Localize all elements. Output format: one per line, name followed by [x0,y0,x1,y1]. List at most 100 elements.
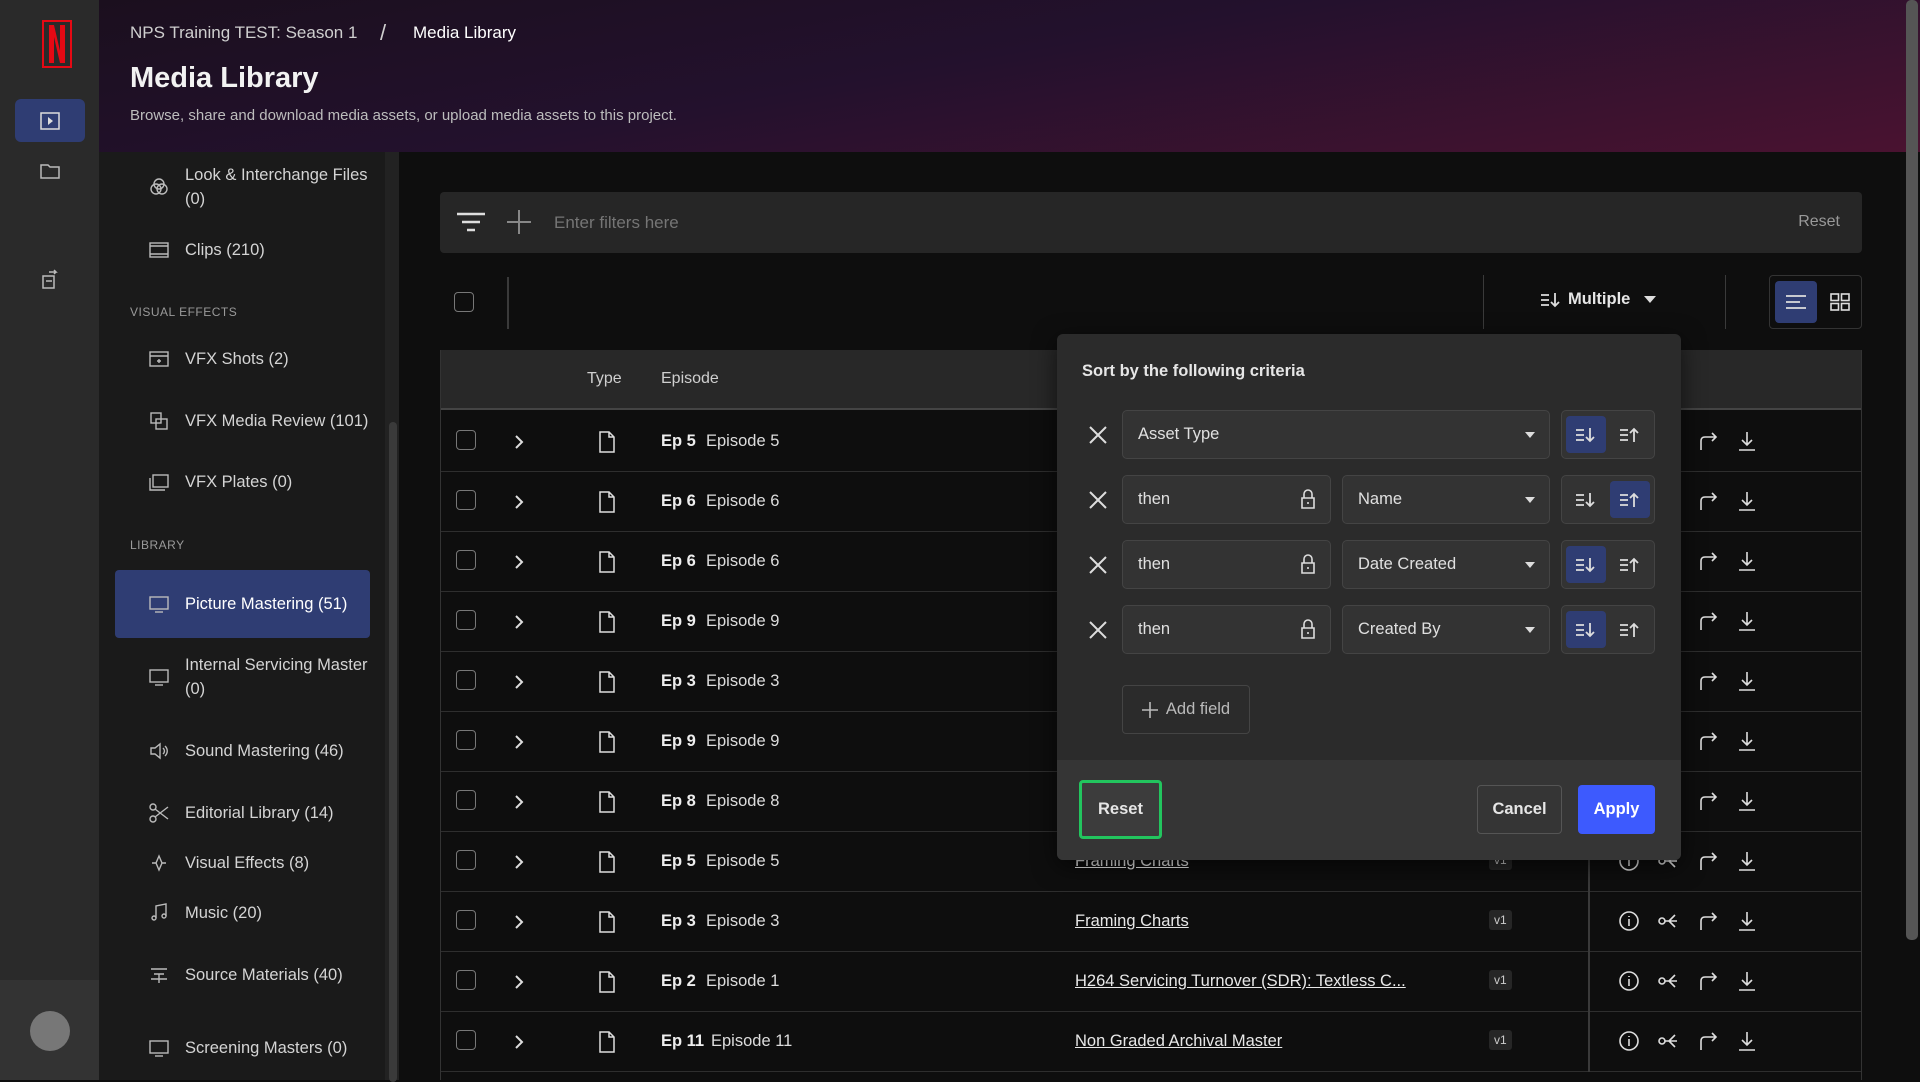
download-icon[interactable] [1736,610,1758,632]
sidebar-item[interactable]: Source Materials (40) [99,941,389,1009]
info-icon[interactable] [1618,1030,1640,1052]
filter-reset-button[interactable]: Reset [1798,213,1840,231]
share-icon[interactable] [1697,670,1719,692]
chevron-right-icon[interactable] [513,674,525,690]
row-checkbox[interactable] [456,670,476,690]
download-icon[interactable] [1736,850,1758,872]
sort-descending-button[interactable] [1566,546,1606,583]
chevron-right-icon[interactable] [513,734,525,750]
download-icon[interactable] [1736,790,1758,812]
chevron-right-icon[interactable] [513,914,525,930]
share-icon[interactable] [1697,550,1719,572]
download-icon[interactable] [1736,1030,1758,1052]
share-icon[interactable] [1697,910,1719,932]
share-icon[interactable] [1697,430,1719,452]
info-icon[interactable] [1618,970,1640,992]
remove-criterion-icon[interactable] [1089,556,1107,574]
download-icon[interactable] [1736,730,1758,752]
column-header-type[interactable]: Type [587,370,622,388]
share-icon[interactable] [1697,850,1719,872]
sort-descending-button[interactable] [1566,481,1606,518]
branch-icon[interactable] [1657,910,1679,932]
table-row[interactable]: Ep 2 Episode 1 H264 Servicing Turnover (SD… [441,952,1861,1012]
row-checkbox[interactable] [456,790,476,810]
sort-field-select[interactable]: Date Created [1342,540,1550,589]
table-row[interactable]: Ep 3 Episode 3 Framing Charts v1 [441,892,1861,952]
share-icon[interactable] [1697,610,1719,632]
row-checkbox[interactable] [456,730,476,750]
chevron-right-icon[interactable] [513,974,525,990]
sort-descending-button[interactable] [1566,416,1606,453]
download-icon[interactable] [1736,910,1758,932]
row-checkbox[interactable] [456,910,476,930]
chevron-right-icon[interactable] [513,854,525,870]
sort-ascending-button[interactable] [1610,481,1650,518]
info-icon[interactable] [1618,910,1640,932]
breadcrumb-parent[interactable]: NPS Training TEST: Season 1 [130,23,357,43]
row-checkbox[interactable] [456,490,476,510]
share-icon[interactable] [1697,490,1719,512]
asset-name-link[interactable]: Non Graded Archival Master [1075,1032,1282,1051]
page-scrollbar[interactable] [1906,0,1918,940]
avatar[interactable] [30,1011,70,1051]
sidebar-scrollbar[interactable] [389,422,397,1082]
rail-media-button[interactable] [15,99,85,142]
sort-field-select[interactable]: Asset Type [1122,410,1550,459]
row-checkbox[interactable] [456,850,476,870]
list-view-button[interactable] [1775,281,1817,323]
sort-descending-button[interactable] [1566,611,1606,648]
share-icon[interactable] [1697,1030,1719,1052]
download-icon[interactable] [1736,970,1758,992]
sidebar-item[interactable]: Sound Mastering (46) [99,717,389,785]
sort-ascending-button[interactable] [1610,611,1650,648]
sidebar-item[interactable]: Look & Interchange Files (0) [99,153,389,221]
add-filter-icon[interactable] [506,209,532,235]
filter-icon[interactable] [456,211,486,235]
download-icon[interactable] [1736,670,1758,692]
chevron-right-icon[interactable] [513,794,525,810]
remove-criterion-icon[interactable] [1089,621,1107,639]
apply-button[interactable]: Apply [1578,785,1655,834]
sidebar-item[interactable]: Picture Mastering (51) [115,570,370,638]
share-icon[interactable] [1697,970,1719,992]
sort-field-select[interactable]: Created By [1342,605,1550,654]
chevron-right-icon[interactable] [513,614,525,630]
download-icon[interactable] [1736,550,1758,572]
sidebar-item[interactable]: Music (20) [99,879,389,947]
sidebar-item[interactable]: VFX Media Review (101) [99,387,389,455]
download-icon[interactable] [1736,490,1758,512]
sort-field-select[interactable]: Name [1342,475,1550,524]
grid-view-button[interactable] [1819,281,1861,323]
sort-reset-button[interactable]: Reset [1079,780,1162,839]
chevron-right-icon[interactable] [513,434,525,450]
download-icon[interactable] [1736,430,1758,452]
rail-export-button[interactable] [15,258,85,301]
cancel-button[interactable]: Cancel [1477,785,1562,834]
row-checkbox[interactable] [456,550,476,570]
row-checkbox[interactable] [456,430,476,450]
sort-ascending-button[interactable] [1610,546,1650,583]
share-icon[interactable] [1697,730,1719,752]
remove-criterion-icon[interactable] [1089,491,1107,509]
rail-folder-button[interactable] [15,149,85,192]
sort-dropdown[interactable]: Multiple [1540,290,1657,309]
column-header-episode[interactable]: Episode [661,370,719,388]
remove-criterion-icon[interactable] [1089,426,1107,444]
sort-ascending-button[interactable] [1610,416,1650,453]
sidebar-item[interactable]: VFX Shots (2) [99,325,389,393]
chevron-right-icon[interactable] [513,554,525,570]
branch-icon[interactable] [1657,1030,1679,1052]
chevron-right-icon[interactable] [513,494,525,510]
table-row[interactable]: Ep 11 Episode 11 Non Graded Archival Maste… [441,1012,1861,1072]
branch-icon[interactable] [1657,970,1679,992]
sidebar-item[interactable]: Clips (210) [99,216,389,284]
row-checkbox[interactable] [456,970,476,990]
row-checkbox[interactable] [456,1030,476,1050]
asset-name-link[interactable]: Framing Charts [1075,912,1189,931]
row-checkbox[interactable] [456,610,476,630]
chevron-right-icon[interactable] [513,1034,525,1050]
filter-input[interactable] [554,208,1554,238]
share-icon[interactable] [1697,790,1719,812]
sidebar-item[interactable]: Internal Servicing Master (0) [99,643,389,711]
add-field-button[interactable]: Add field [1122,685,1250,734]
